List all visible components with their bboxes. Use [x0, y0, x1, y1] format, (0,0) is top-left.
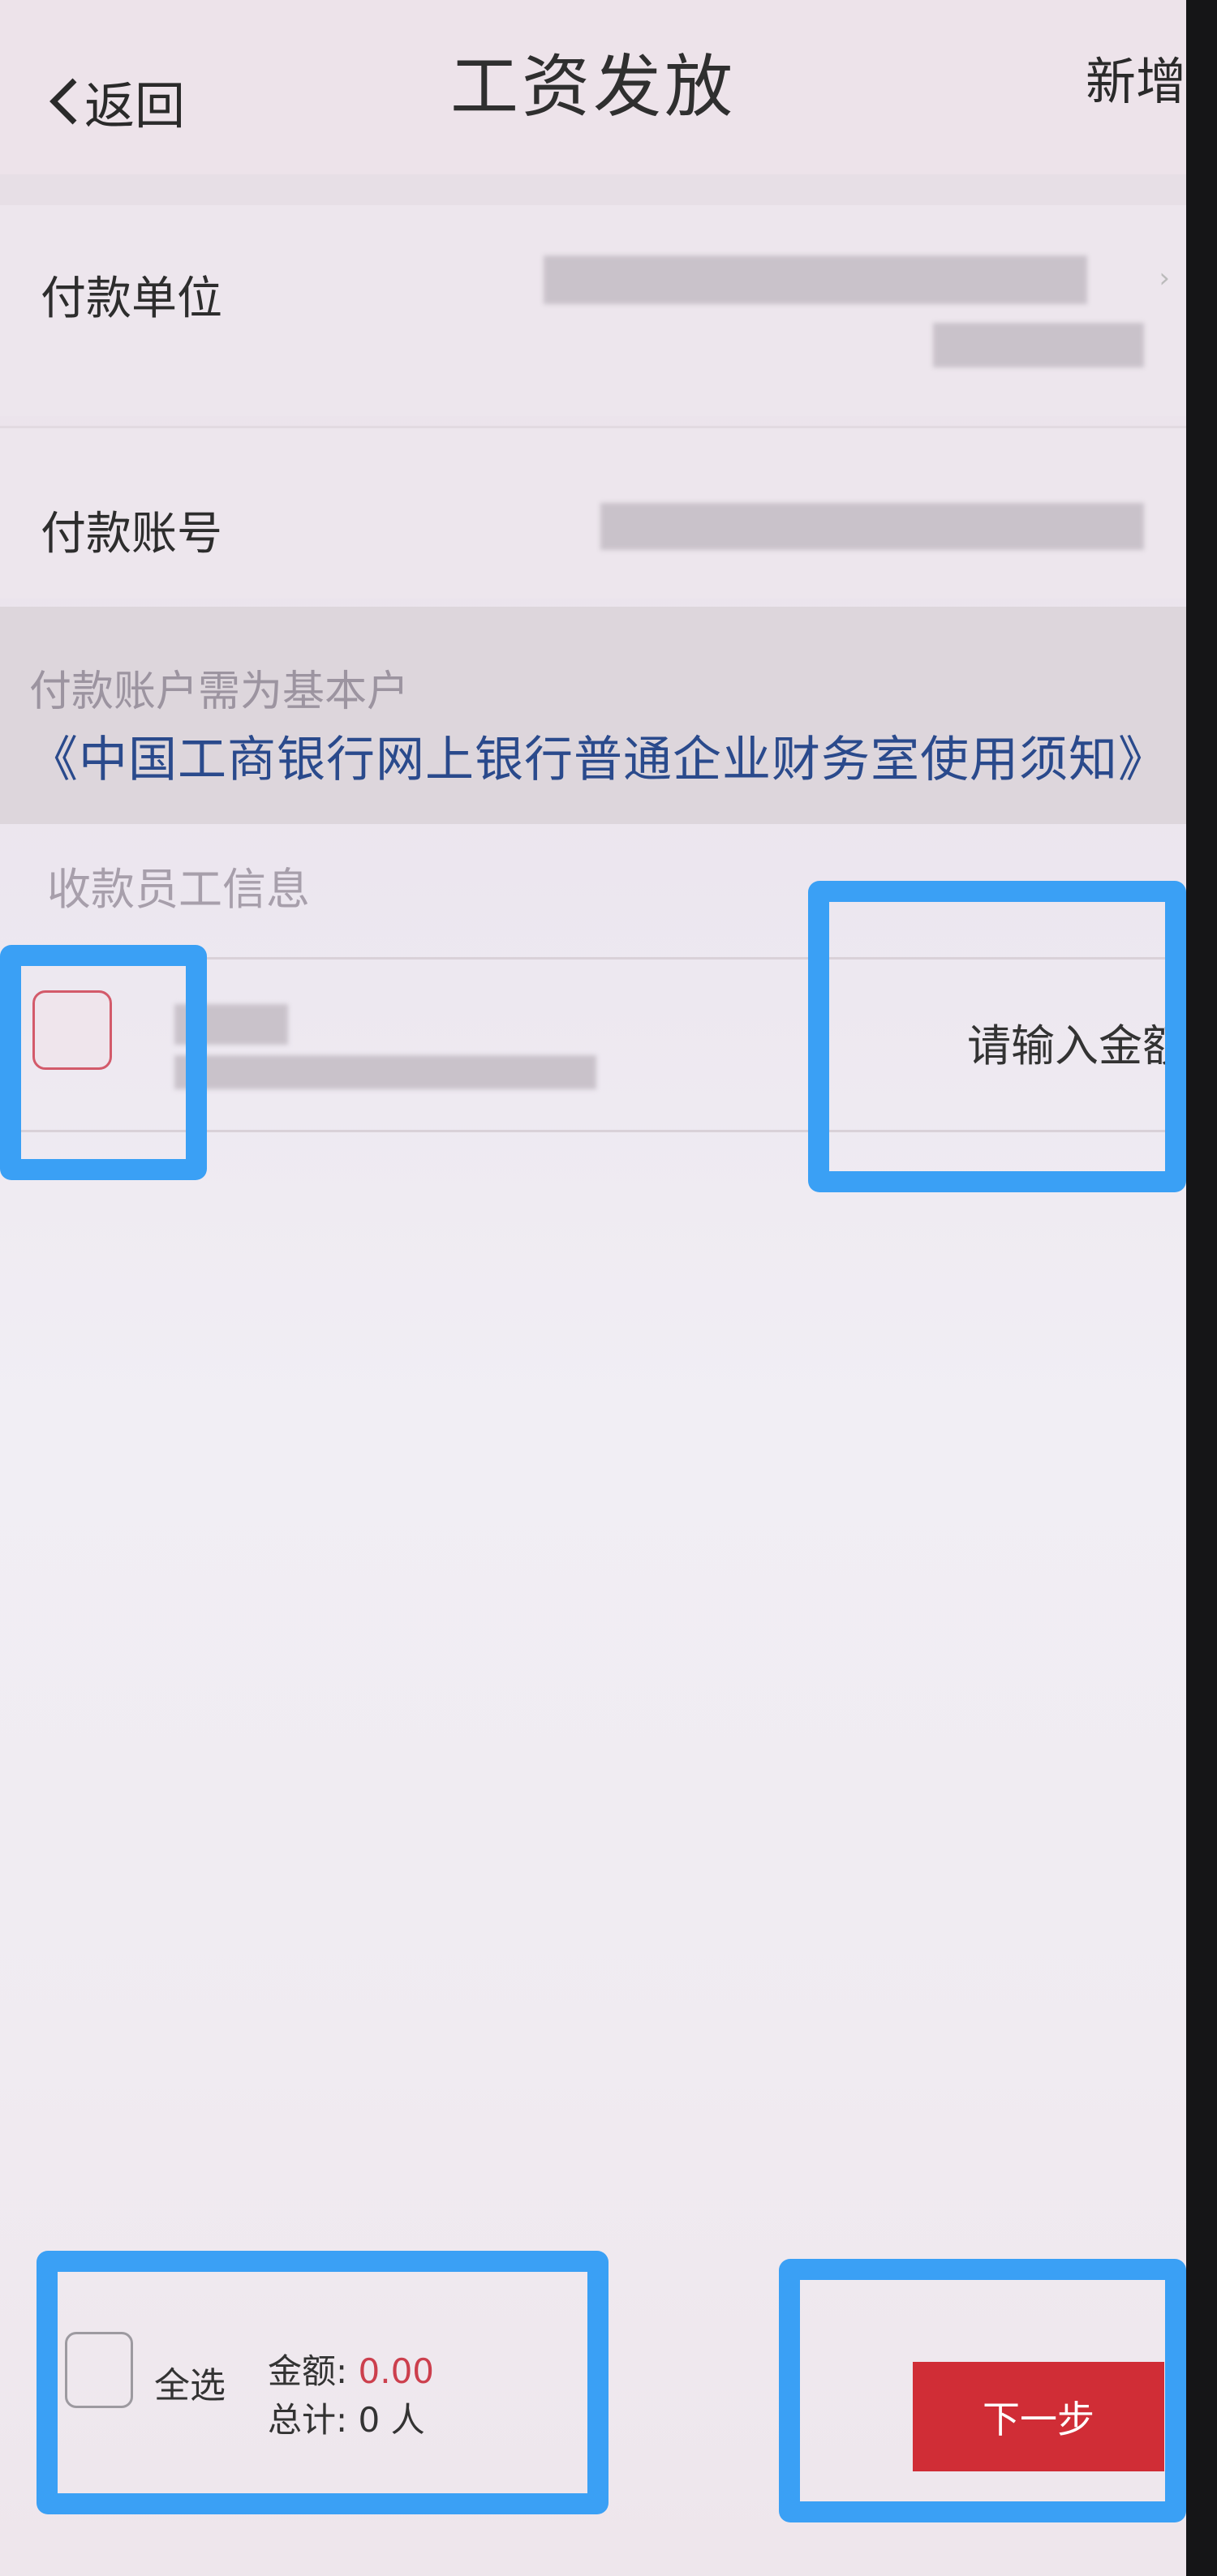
payer-account-row[interactable]: 付款账号: [0, 426, 1186, 599]
chevron-right-icon: ›: [1159, 262, 1170, 294]
top-nav-bar: 返回 工资发放 新增: [0, 0, 1186, 174]
page-title: 工资发放: [449, 47, 736, 127]
device-bezel: [1186, 0, 1217, 2576]
payer-unit-row[interactable]: 付款单位 ›: [0, 205, 1186, 416]
header-divider: [0, 174, 1186, 205]
account-notice: 付款账户需为基本户 《中国工商银行网上银行普通企业财务室使用须知》: [0, 607, 1186, 824]
payer-unit-label: 付款单位: [41, 273, 222, 325]
payroll-screen: 返回 工资发放 新增 付款单位 › 付款账号 付款账户需为基本户 《中国工商银行…: [0, 0, 1186, 2576]
add-button[interactable]: 新增: [1086, 41, 1186, 114]
highlight-box-summary: [37, 2251, 608, 2514]
payer-account-label: 付款账号: [41, 508, 222, 560]
highlight-box-checkbox: [0, 945, 207, 1180]
notice-text: 付款账户需为基本户: [29, 668, 410, 716]
highlight-box-next: [779, 2259, 1186, 2522]
employee-section-label: 收款员工信息: [47, 864, 310, 915]
highlight-box-amount: [808, 881, 1186, 1192]
terms-link[interactable]: 《中国工商银行网上银行普通企业财务室使用须知》: [29, 720, 1168, 791]
